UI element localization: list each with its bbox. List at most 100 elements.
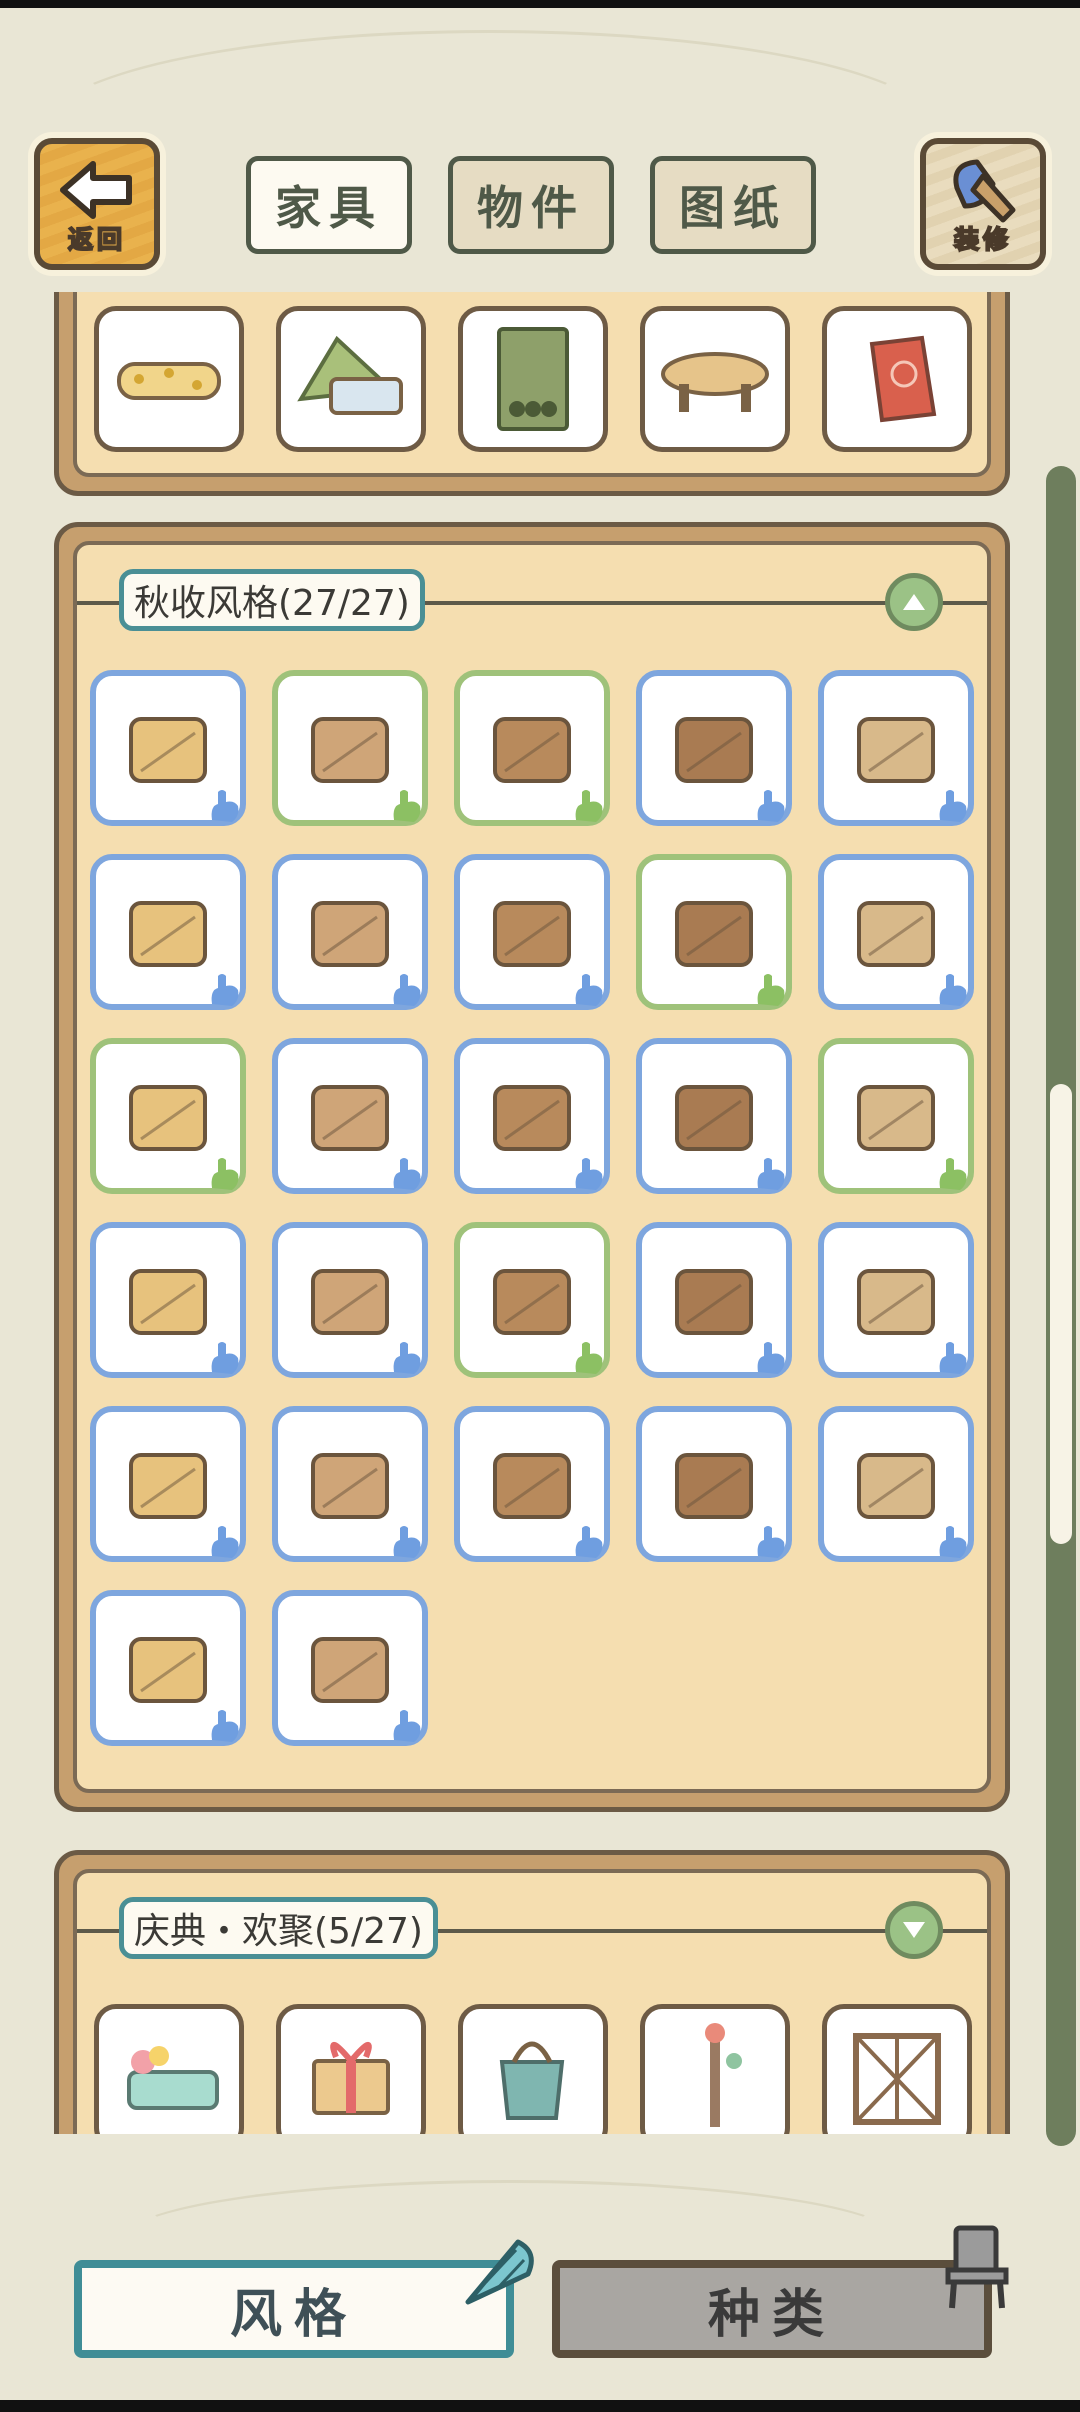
blue-hand-icon [939,1342,967,1374]
furniture-item[interactable] [276,306,426,452]
furniture-item[interactable] [276,2004,426,2134]
cabinet-icon [497,327,569,431]
furniture-item[interactable] [636,670,792,826]
festival-section-title: 庆典・欢聚(5/27) [134,1911,423,1952]
furniture-item[interactable] [636,1406,792,1562]
leaf-hand-icon [211,1158,239,1190]
blue-hand-icon [575,1158,603,1190]
furniture-item[interactable] [272,1406,428,1562]
leaf-hand-icon [939,1158,967,1190]
furniture-item[interactable] [272,1222,428,1378]
tab-furniture-label: 家具 [275,181,383,235]
chair-icon [945,2225,1009,2309]
tab-objects-label: 物件 [477,181,585,235]
gift-box-icon [312,2042,390,2115]
blue-hand-icon [393,1158,421,1190]
coat-rack-icon [705,2023,742,2127]
blue-hand-icon [575,1526,603,1558]
furniture-item[interactable] [272,854,428,1010]
furniture-item[interactable] [458,2004,608,2134]
furniture-item[interactable] [454,854,610,1010]
furniture-item[interactable] [272,1038,428,1194]
furniture-item[interactable] [90,854,246,1010]
blue-hand-icon [393,1710,421,1742]
style-filter-button[interactable]: 风格 [74,2260,514,2358]
blue-hand-icon [757,790,785,822]
collapse-section-button[interactable] [885,573,943,631]
leaf-hand-icon [757,974,785,1006]
blue-hand-icon [757,1526,785,1558]
autumn-section-title: 秋收风格(27/27) [134,583,410,624]
furniture-item[interactable] [272,670,428,826]
furniture-item[interactable] [636,1038,792,1194]
furniture-item[interactable] [818,670,974,826]
seashell-icon [465,2239,534,2305]
festival-section-label: 庆典・欢聚(5/27) [119,1897,438,1959]
furniture-item[interactable] [636,854,792,1010]
flower-bed-icon [127,2046,219,2110]
navigation-bar [0,2400,1080,2412]
furniture-item[interactable] [454,1222,610,1378]
tab-blueprints-label: 图纸 [679,181,787,235]
furniture-item[interactable] [90,1406,246,1562]
tent-bed-icon [297,335,403,415]
blue-hand-icon [939,974,967,1006]
furniture-item[interactable] [90,1590,246,1746]
leaf-hand-icon [575,790,603,822]
blue-hand-icon [939,1526,967,1558]
furniture-item[interactable] [640,306,790,452]
type-filter-button[interactable]: 种类 [552,2260,992,2358]
blue-hand-icon [211,1526,239,1558]
furniture-item[interactable] [822,306,972,452]
deck-chair-icon [869,335,937,423]
octagon-table-icon [661,352,769,412]
blue-hand-icon [211,974,239,1006]
blue-hand-icon [575,974,603,1006]
tab-objects[interactable]: 物件 [448,156,614,254]
chevron-up-icon [903,594,925,610]
back-button[interactable]: 返回 [34,138,160,270]
blue-hand-icon [211,790,239,822]
tab-furniture[interactable]: 家具 [246,156,412,254]
blue-hand-icon [757,1342,785,1374]
furniture-item[interactable] [818,854,974,1010]
blue-hand-icon [757,1158,785,1190]
status-bar [0,0,1080,8]
furniture-item[interactable] [822,2004,972,2134]
furniture-item[interactable] [640,2004,790,2134]
arrow-left-icon [60,161,132,219]
furniture-item[interactable] [272,1590,428,1746]
decorate-button[interactable]: 装修 [920,138,1046,270]
furniture-item[interactable] [94,306,244,452]
furniture-item[interactable] [818,1406,974,1562]
furniture-item[interactable] [454,670,610,826]
blue-hand-icon [211,1342,239,1374]
chevron-down-icon [903,1922,925,1938]
blue-hand-icon [393,974,421,1006]
leaf-hand-icon [393,790,421,822]
furniture-item[interactable] [90,1222,246,1378]
furniture-item[interactable] [94,2004,244,2134]
furniture-item[interactable] [90,1038,246,1194]
tab-blueprints[interactable]: 图纸 [650,156,816,254]
furniture-list[interactable]: 秋收风格(27/27) 庆典・欢聚(5/27) [0,292,1080,2134]
blue-hand-icon [939,790,967,822]
scrollbar-thumb[interactable] [1050,1084,1072,1544]
furniture-item[interactable] [90,670,246,826]
furniture-item[interactable] [454,1406,610,1562]
style-filter-label: 风格 [229,2284,358,2345]
furniture-item[interactable] [636,1222,792,1378]
furniture-item[interactable] [458,306,608,452]
leaf-hand-icon [575,1342,603,1374]
blue-hand-icon [393,1342,421,1374]
rolled-mat-icon [117,362,221,400]
furniture-item[interactable] [818,1222,974,1378]
paint-brush-icon [953,159,1016,223]
furniture-item[interactable] [818,1038,974,1194]
blue-hand-icon [211,1710,239,1742]
type-filter-label: 种类 [707,2284,836,2345]
back-button-label: 返回 [67,224,126,255]
expand-section-button[interactable] [885,1901,943,1959]
furniture-item[interactable] [454,1038,610,1194]
watering-bucket-icon [499,2041,565,2120]
